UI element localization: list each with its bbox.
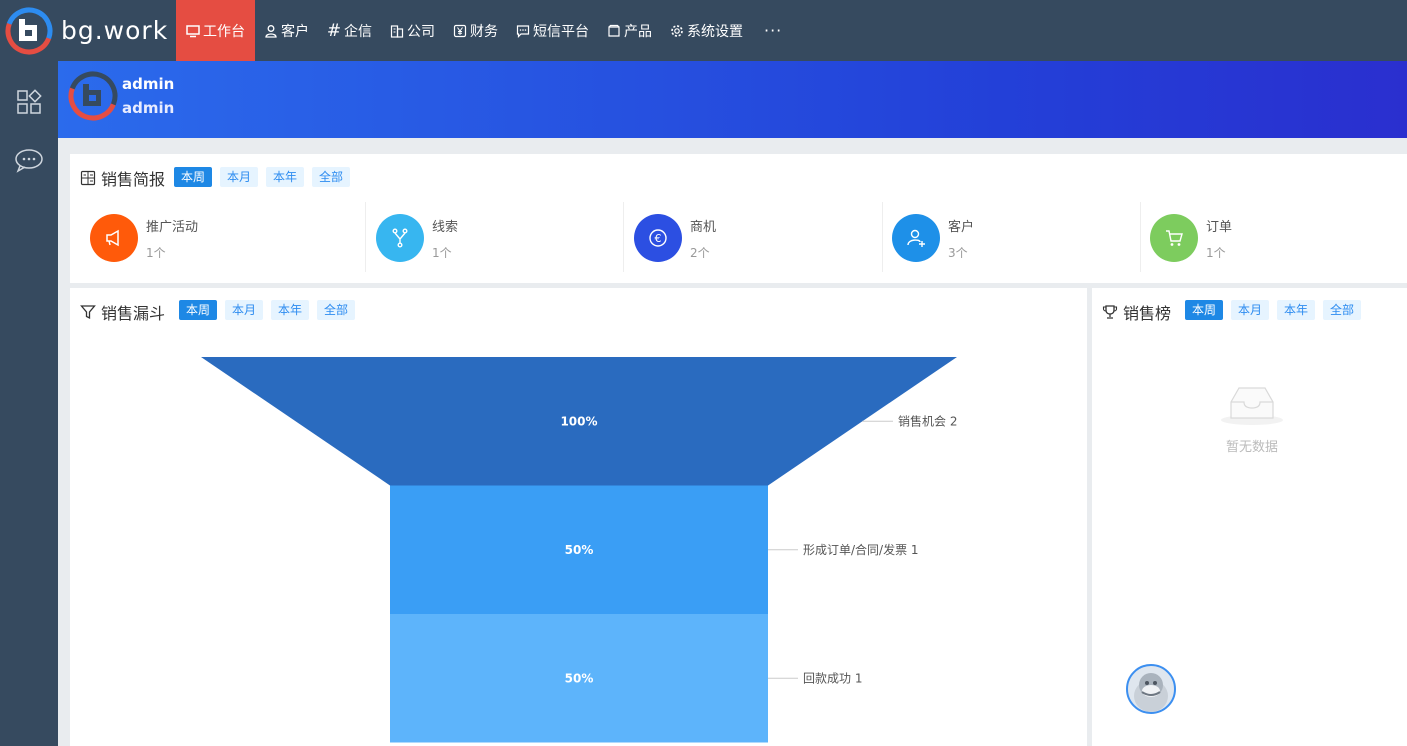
message-icon bbox=[516, 24, 530, 38]
filter-this-year[interactable]: 本年 bbox=[266, 167, 305, 187]
nav-label: 客户 bbox=[281, 23, 309, 40]
stat-order[interactable]: 订单 1个 bbox=[1150, 202, 1390, 274]
stat-count: 1个 bbox=[432, 246, 452, 260]
user-role: admin bbox=[122, 99, 175, 117]
svg-text:€: € bbox=[655, 232, 662, 245]
box-icon bbox=[607, 24, 621, 38]
chat-icon bbox=[15, 149, 43, 173]
nav-item-qixin[interactable]: # 企信 bbox=[318, 0, 381, 61]
logo-text: bg.work bbox=[61, 16, 169, 45]
divider bbox=[623, 202, 624, 272]
left-sidebar bbox=[0, 61, 58, 746]
chat-bot-avatar[interactable] bbox=[1126, 664, 1176, 714]
add-user-icon bbox=[892, 214, 940, 262]
user-avatar[interactable] bbox=[68, 71, 118, 121]
yen-icon bbox=[453, 24, 467, 38]
penguin-icon bbox=[1134, 673, 1168, 712]
sales-report-panel: 销售简报 本周 本月 本年 全部 推广活动 1个 线索 1个 € 商机 2个 客… bbox=[70, 154, 1407, 283]
trophy-icon bbox=[1102, 304, 1118, 320]
nav-item-finance[interactable]: 财务 bbox=[444, 0, 507, 61]
stat-label: 客户 bbox=[948, 220, 975, 235]
nav-label: 短信平台 bbox=[533, 23, 589, 40]
user-name: admin bbox=[122, 75, 175, 93]
calculator-icon bbox=[80, 170, 96, 186]
branch-icon bbox=[376, 214, 424, 262]
empty-box-icon bbox=[1221, 387, 1283, 425]
stat-count: 1个 bbox=[146, 246, 166, 260]
gear-icon bbox=[670, 24, 684, 38]
filter-this-month[interactable]: 本月 bbox=[220, 167, 259, 187]
top-navbar: bg.work 工作台 客户 # 企信 公司 财务 短信平台 产品 系统设置 ·… bbox=[0, 0, 1407, 61]
divider bbox=[365, 202, 366, 272]
nav-label: 工作台 bbox=[203, 23, 245, 40]
nav-label: 系统设置 bbox=[687, 23, 743, 40]
app-logo[interactable]: bg.work bbox=[0, 0, 176, 61]
filter-this-month[interactable]: 本月 bbox=[1231, 300, 1270, 320]
sidebar-chat-button[interactable] bbox=[0, 131, 58, 189]
hash-icon: # bbox=[326, 20, 342, 41]
euro-icon: € bbox=[634, 214, 682, 262]
apps-icon bbox=[17, 89, 42, 114]
stat-campaign[interactable]: 推广活动 1个 bbox=[90, 202, 350, 274]
funnel-percent-label: 100% bbox=[560, 414, 597, 428]
nav-item-company[interactable]: 公司 bbox=[381, 0, 444, 61]
stat-count: 1个 bbox=[1206, 246, 1226, 260]
empty-state: 暂无数据 bbox=[1217, 384, 1287, 455]
filter-all[interactable]: 全部 bbox=[1323, 300, 1362, 320]
sales-ranking-title: 销售榜 bbox=[1102, 300, 1171, 324]
stat-count: 2个 bbox=[690, 246, 710, 260]
logo-icon bbox=[5, 7, 53, 54]
nav-item-settings[interactable]: 系统设置 bbox=[661, 0, 752, 61]
nav-item-workbench[interactable]: 工作台 bbox=[176, 0, 255, 61]
stat-count: 3个 bbox=[948, 246, 968, 260]
nav-item-product[interactable]: 产品 bbox=[598, 0, 661, 61]
nav-label: 企信 bbox=[344, 23, 372, 40]
monitor-icon bbox=[186, 24, 200, 38]
filter-this-week[interactable]: 本周 bbox=[174, 167, 213, 187]
nav-label: 公司 bbox=[407, 23, 435, 40]
funnel-percent-label: 50% bbox=[565, 671, 594, 685]
filter-all[interactable]: 全部 bbox=[312, 167, 351, 187]
main-nav: 工作台 客户 # 企信 公司 财务 短信平台 产品 系统设置 ··· bbox=[176, 0, 794, 61]
nav-label: 财务 bbox=[470, 23, 498, 40]
user-icon bbox=[264, 24, 278, 38]
nav-more-button[interactable]: ··· bbox=[752, 0, 794, 61]
cart-icon bbox=[1150, 214, 1198, 262]
nav-label: 产品 bbox=[624, 23, 652, 40]
funnel-category-label: 形成订单/合同/发票 1 bbox=[803, 542, 919, 557]
stat-customer[interactable]: 客户 3个 bbox=[892, 202, 1152, 274]
funnel-category-label: 回款成功 1 bbox=[803, 671, 862, 685]
megaphone-icon bbox=[90, 214, 138, 262]
filter-this-week[interactable]: 本周 bbox=[1185, 300, 1224, 320]
empty-text: 暂无数据 bbox=[1225, 440, 1278, 455]
ranking-filter: 本周 本月 本年 全部 bbox=[1185, 300, 1369, 320]
stat-leads[interactable]: 线索 1个 bbox=[376, 202, 636, 274]
report-filter: 本周 本月 本年 全部 bbox=[174, 167, 358, 187]
funnel-percent-label: 50% bbox=[565, 543, 594, 557]
nav-item-sms[interactable]: 短信平台 bbox=[507, 0, 598, 61]
building-icon bbox=[390, 24, 404, 38]
funnel-category-label: 销售机会 2 bbox=[898, 413, 957, 428]
filter-this-year[interactable]: 本年 bbox=[1277, 300, 1316, 320]
nav-item-customer[interactable]: 客户 bbox=[255, 0, 318, 61]
stat-opportunity[interactable]: € 商机 2个 bbox=[634, 202, 894, 274]
stat-label: 商机 bbox=[690, 220, 717, 235]
stat-label: 推广活动 bbox=[146, 220, 199, 235]
sales-funnel-panel: 销售漏斗 本周 本月 本年 全部 100% 销售机会 2 50% 形成订单/合同/发票… bbox=[70, 288, 1087, 746]
user-banner: admin admin bbox=[58, 61, 1407, 138]
sales-report-title: 销售简报 bbox=[80, 166, 165, 190]
sales-funnel-chart: 100% 销售机会 2 50% 形成订单/合同/发票 1 50% 回款成功 1 bbox=[201, 357, 957, 743]
sidebar-apps-button[interactable] bbox=[0, 73, 58, 131]
divider bbox=[882, 202, 883, 272]
divider bbox=[1140, 202, 1141, 272]
stat-label: 订单 bbox=[1206, 220, 1233, 235]
stat-label: 线索 bbox=[432, 220, 459, 235]
